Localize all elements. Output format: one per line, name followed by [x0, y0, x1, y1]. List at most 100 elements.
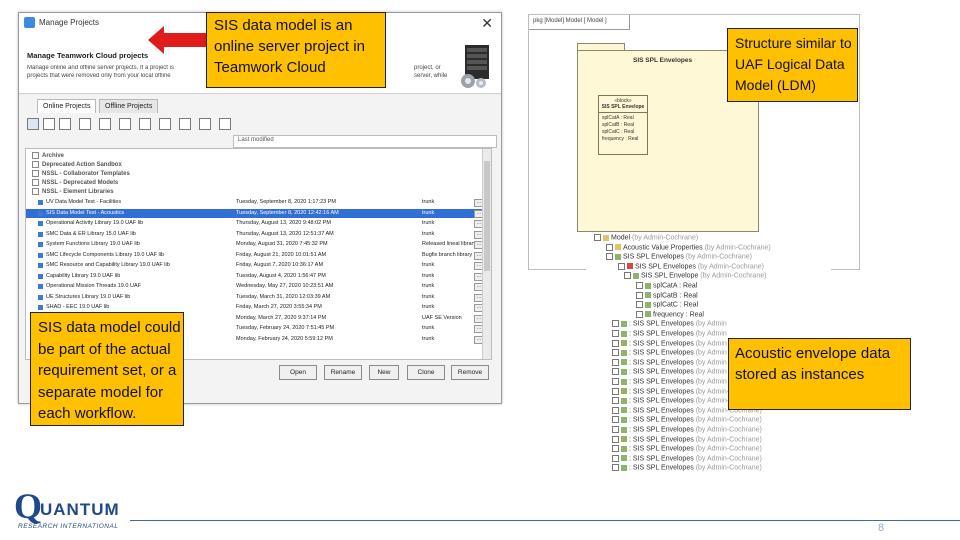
tree-icon[interactable]	[139, 118, 151, 130]
expand-icon[interactable]	[636, 282, 643, 289]
expand-icon[interactable]	[612, 358, 619, 366]
expand-icon[interactable]	[612, 406, 619, 414]
expand-icon[interactable]	[594, 234, 601, 241]
sort-icon[interactable]	[43, 118, 55, 130]
expand-icon[interactable]	[32, 152, 39, 159]
project-row[interactable]: SMC Resource and Capability Library 19.0…	[26, 261, 489, 270]
element-name: : SIS SPL Envelopes	[629, 445, 694, 453]
element-icon	[621, 397, 627, 404]
containment-row[interactable]: splCatB : Real	[636, 291, 698, 301]
containment-row[interactable]: : SIS SPL Envelopes (by Admin	[612, 349, 727, 358]
expand-icon[interactable]	[612, 368, 619, 376]
containment-row[interactable]: Model (by Admin-Cochrane)	[594, 234, 698, 243]
project-row[interactable]: UE Structures Library 19.0 UAF lib Tuesda…	[26, 293, 489, 302]
containment-row[interactable]: splCatC : Real	[636, 301, 698, 310]
callout-line: Model (LDM)	[735, 77, 816, 93]
project-row[interactable]: Operational Activity Library 19.0 UAF li…	[26, 219, 489, 228]
filter-icon[interactable]	[27, 118, 39, 130]
sort-field[interactable]: Last modified	[233, 135, 497, 148]
expand-icon[interactable]	[636, 310, 643, 318]
collapse-icon[interactable]	[32, 188, 39, 195]
group-deprecated-sandbox[interactable]: Deprecated Action Sandbox	[32, 161, 122, 168]
expand-icon[interactable]	[612, 426, 619, 433]
expand-icon[interactable]	[612, 416, 619, 424]
close-icon[interactable]: ✕	[481, 15, 493, 32]
expand-icon[interactable]	[618, 262, 625, 270]
rename-button[interactable]: Rename	[324, 365, 362, 380]
group-collaborator-templates[interactable]: NSSL - Collaborator Templates	[32, 170, 130, 177]
expand-icon[interactable]	[606, 253, 613, 261]
containment-row[interactable]: : SIS SPL Envelopes (by Admin-Cochrane)	[612, 454, 762, 464]
containment-row[interactable]: : SIS SPL Envelopes (by Admin	[612, 339, 727, 349]
element-name: : SIS SPL Envelopes	[629, 378, 694, 386]
group-archive[interactable]: Archive	[32, 152, 64, 159]
expand-icon[interactable]	[612, 397, 619, 405]
containment-row[interactable]: Acoustic Value Properties (by Admin-Coch…	[606, 243, 771, 253]
expand-icon[interactable]	[624, 272, 631, 280]
refresh-icon[interactable]	[59, 118, 71, 130]
containment-row[interactable]: : SIS SPL Envelopes (by Admin-Cochrane)	[612, 426, 762, 435]
project-row[interactable]: SHAD - EEC 19.0 UAF lib Friday, March 27,…	[26, 303, 489, 312]
block-sis-spl-envelope[interactable]: «block» SIS SPL Envelope splCatA : Real …	[598, 95, 648, 155]
containment-row[interactable]: : SIS SPL Envelopes (by Admin-Cochrane)	[612, 464, 762, 473]
containment-row[interactable]: SIS SPL Envelopes (by Admin-Cochrane)	[606, 253, 752, 262]
grid-icon[interactable]	[179, 118, 191, 130]
collapse-icon[interactable]	[99, 118, 111, 130]
containment-row[interactable]: : SIS SPL Envelopes (by Admin-Cochrane)	[612, 445, 762, 454]
expand-icon[interactable]	[79, 118, 91, 130]
expand-icon[interactable]	[612, 378, 619, 385]
expand-icon[interactable]	[612, 435, 619, 443]
properties-icon[interactable]	[119, 118, 131, 130]
open-button[interactable]: Open	[279, 365, 317, 380]
containment-row[interactable]: : SIS SPL Envelopes (by Admin	[612, 358, 727, 368]
tab-offline-projects[interactable]: Offline Projects	[99, 99, 159, 113]
containment-row[interactable]: : SIS SPL Envelopes (by Admin-Cochrane)	[612, 416, 762, 425]
remove-button[interactable]: Remove	[451, 365, 489, 380]
details-icon[interactable]	[199, 118, 211, 130]
project-row[interactable]: SMC Data & ER Library 15.0 UAF lib Thursd…	[26, 230, 489, 239]
project-row[interactable]: Operational Mission Threads 19.0 UAF Wedn…	[26, 282, 489, 291]
project-row[interactable]: Capability Library 19.0 UAF lib Tuesday, …	[26, 272, 489, 281]
expand-icon[interactable]	[612, 387, 619, 395]
tab-online-projects[interactable]: Online Projects	[37, 99, 97, 113]
expand-icon[interactable]	[612, 454, 619, 462]
dialog-heading: Manage Teamwork Cloud projects	[27, 51, 149, 60]
containment-row[interactable]: SIS SPL Envelopes (by Admin-Cochrane)	[618, 262, 764, 272]
expand-icon[interactable]	[32, 170, 39, 177]
expand-icon[interactable]	[612, 445, 619, 453]
project-name: Operational Activity Library 19.0 UAF li…	[46, 220, 144, 226]
expand-icon[interactable]	[612, 320, 619, 328]
project-row[interactable]: System Functions Library 19.0 UAF lib Mon…	[26, 240, 489, 249]
containment-row[interactable]: frequency : Real	[636, 310, 704, 320]
scrollbar-thumb[interactable]	[484, 161, 490, 271]
expand-icon[interactable]	[636, 291, 643, 299]
element-icon	[621, 330, 627, 337]
project-row[interactable]: SIS Data Model Test - Acoustics Tuesday, …	[26, 208, 489, 218]
containment-row[interactable]: : SIS SPL Envelopes (by Admin	[612, 368, 727, 377]
containment-row[interactable]: : SIS SPL Envelopes (by Admin	[612, 320, 727, 329]
project-row[interactable]: SMC Lifecycle Components Library 19.0 UA…	[26, 251, 489, 260]
expand-icon[interactable]	[636, 301, 643, 309]
expand-icon[interactable]	[32, 161, 39, 168]
list-icon[interactable]	[159, 118, 171, 130]
callout-line: be part of the actual	[38, 340, 171, 358]
expand-icon[interactable]	[612, 464, 619, 472]
vertical-scrollbar[interactable]	[482, 149, 491, 359]
containment-row[interactable]: SIS SPL Envelope (by Admin-Cochrane)	[624, 272, 766, 281]
containment-row[interactable]: : SIS SPL Envelopes (by Admin-Cochrane)	[612, 435, 762, 445]
clone-button[interactable]: Clone	[407, 365, 445, 380]
column-icon[interactable]	[219, 118, 231, 130]
containment-row[interactable]: : SIS SPL Envelopes (by Admin	[612, 378, 727, 387]
new-button[interactable]: New	[369, 365, 399, 380]
project-row[interactable]: UV Data Model Test - Facilities Tuesday, …	[26, 198, 489, 207]
containment-row[interactable]: splCatA : Real	[636, 282, 697, 291]
expand-icon[interactable]	[612, 349, 619, 357]
group-element-libraries[interactable]: NSSL - Element Libraries	[32, 188, 114, 195]
expand-icon[interactable]	[612, 330, 619, 337]
expand-icon[interactable]	[606, 243, 613, 251]
containment-row[interactable]: : SIS SPL Envelopes (by Admin	[612, 330, 727, 339]
diagram-tab[interactable]: pkg [Model] Model [ Model ]	[529, 15, 630, 30]
expand-icon[interactable]	[612, 339, 619, 347]
group-deprecated-models[interactable]: NSSL - Deprecated Models	[32, 179, 118, 186]
expand-icon[interactable]	[32, 179, 39, 186]
